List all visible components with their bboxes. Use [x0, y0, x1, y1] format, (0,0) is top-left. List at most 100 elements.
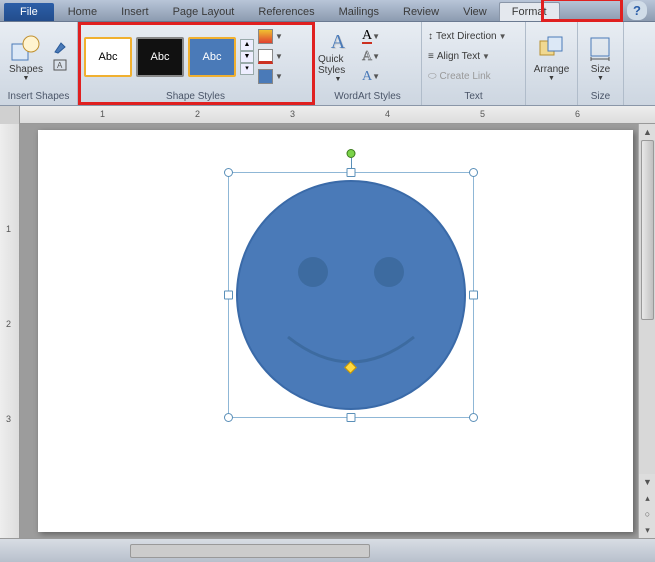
document-page[interactable]: [38, 130, 633, 532]
ruler-tick: 1: [100, 109, 105, 119]
ruler-horizontal[interactable]: 1 2 3 4 5 6: [0, 106, 655, 124]
scroll-down-icon[interactable]: ▼: [639, 474, 655, 490]
dropdown-icon: ▼: [482, 52, 490, 61]
tab-format[interactable]: Format: [499, 2, 560, 21]
tab-insert[interactable]: Insert: [109, 3, 161, 21]
group-label-arrange: [526, 91, 577, 105]
text-fill-button[interactable]: A▼: [362, 27, 380, 47]
canvas[interactable]: [20, 124, 655, 538]
tab-mailings[interactable]: Mailings: [327, 3, 391, 21]
group-label-shape-styles: Shape Styles: [78, 91, 313, 105]
shape-style-3[interactable]: Abc: [188, 37, 236, 77]
resize-handle-se[interactable]: [469, 413, 478, 422]
selection-box: [228, 172, 474, 418]
quick-styles-button[interactable]: A Quick Styles ▼: [318, 25, 358, 89]
prev-page-icon[interactable]: ▴: [639, 490, 655, 506]
dropdown-icon: ▼: [372, 72, 380, 81]
shapes-mini-row: A: [52, 40, 68, 74]
arrange-button[interactable]: Arrange ▼: [530, 25, 573, 89]
group-shape-styles: Abc Abc Abc ▲ ▼ ▾ ▼ ▼ ▼ Shape Styles: [78, 22, 314, 105]
ruler-tick: 3: [290, 109, 295, 119]
gallery-down-icon[interactable]: ▼: [240, 51, 254, 63]
ruler-vtick: 2: [6, 319, 11, 329]
next-page-icon[interactable]: ▾: [639, 522, 655, 538]
ribbon: Shapes ▼ A Insert Shapes Abc Abc Abc ▲ ▼…: [0, 22, 655, 106]
size-button[interactable]: Size ▼: [582, 25, 619, 89]
scrollbar-vertical[interactable]: ▲ ▼ ▴ ○ ▾: [638, 124, 655, 538]
size-label: Size: [591, 64, 610, 75]
dropdown-icon: ▼: [275, 32, 283, 41]
resize-handle-n[interactable]: [347, 168, 356, 177]
tab-references[interactable]: References: [246, 3, 326, 21]
scroll-thumb[interactable]: [641, 140, 654, 320]
ruler-tick: 4: [385, 109, 390, 119]
dropdown-icon: ▼: [499, 32, 507, 41]
group-arrange: Arrange ▼: [526, 22, 578, 105]
resize-handle-ne[interactable]: [469, 168, 478, 177]
group-label-wordart: WordArt Styles: [314, 91, 421, 105]
text-direction-button[interactable]: ↕Text Direction▼: [426, 27, 509, 47]
help-icon[interactable]: ?: [627, 1, 647, 20]
group-size: Size ▼ Size: [578, 22, 624, 105]
scroll-up-icon[interactable]: ▲: [639, 124, 655, 140]
align-text-icon: ≡: [428, 51, 434, 62]
tab-bar: File Home Insert Page Layout References …: [0, 0, 655, 22]
resize-handle-e[interactable]: [469, 291, 478, 300]
resize-handle-nw[interactable]: [224, 168, 233, 177]
dropdown-icon: ▼: [275, 72, 283, 81]
ruler-tick: 2: [195, 109, 200, 119]
text-box-icon[interactable]: A: [52, 58, 68, 74]
shape-fill-button[interactable]: ▼: [258, 27, 283, 47]
edit-shape-icon[interactable]: [52, 40, 68, 56]
ruler-tick: 6: [575, 109, 580, 119]
text-outline-icon: A: [362, 51, 372, 63]
text-outline-button[interactable]: A▼: [362, 47, 380, 67]
group-wordart-styles: A Quick Styles ▼ A▼ A▼ A▼ WordArt Styles: [314, 22, 422, 105]
effects-icon: [258, 69, 273, 84]
gallery-up-icon[interactable]: ▲: [240, 39, 254, 51]
resize-handle-sw[interactable]: [224, 413, 233, 422]
tab-view[interactable]: View: [451, 3, 499, 21]
tab-review[interactable]: Review: [391, 3, 451, 21]
shape-style-1[interactable]: Abc: [84, 37, 132, 77]
dropdown-icon: ▼: [372, 32, 380, 41]
shape-effects-button[interactable]: ▼: [258, 67, 283, 87]
ruler-tick: 5: [480, 109, 485, 119]
dropdown-icon: ▼: [548, 75, 555, 82]
scrollbar-horizontal[interactable]: [130, 544, 370, 558]
ruler-vtick: 1: [6, 224, 11, 234]
workspace: 1 2 3: [0, 124, 655, 538]
group-text: ↕Text Direction▼ ≡Align Text▼ ⬭Create Li…: [422, 22, 526, 105]
create-link-button[interactable]: ⬭Create Link: [426, 67, 509, 87]
rotation-handle[interactable]: [347, 149, 356, 158]
group-label-insert-shapes: Insert Shapes: [0, 91, 77, 105]
tab-home[interactable]: Home: [56, 3, 109, 21]
shape-style-2[interactable]: Abc: [136, 37, 184, 77]
text-effects-button[interactable]: A▼: [362, 67, 380, 87]
ruler-vertical[interactable]: 1 2 3: [0, 124, 20, 538]
gallery-more-icon[interactable]: ▾: [240, 63, 254, 75]
resize-handle-w[interactable]: [224, 291, 233, 300]
ruler-vtick: 3: [6, 414, 11, 424]
dropdown-icon: ▼: [275, 52, 283, 61]
arrange-label: Arrange: [534, 64, 570, 75]
outline-pen-icon: [258, 49, 273, 64]
browse-object-icon[interactable]: ○: [639, 506, 655, 522]
align-text-label: Align Text: [437, 51, 480, 62]
group-label-text: Text: [422, 91, 525, 105]
arrange-icon: [536, 32, 568, 64]
svg-text:A: A: [57, 61, 63, 70]
align-text-button[interactable]: ≡Align Text▼: [426, 47, 509, 67]
tab-file[interactable]: File: [4, 3, 54, 21]
text-effects-icon: A: [362, 71, 372, 83]
tab-page-layout[interactable]: Page Layout: [161, 3, 247, 21]
text-fill-icon: A: [362, 30, 372, 44]
resize-handle-s[interactable]: [347, 413, 356, 422]
shape-outline-button[interactable]: ▼: [258, 47, 283, 67]
text-direction-icon: ↕: [428, 31, 433, 42]
adjustment-handle[interactable]: [344, 361, 357, 374]
group-label-size: Size: [578, 91, 623, 105]
shapes-button[interactable]: Shapes ▼: [4, 25, 48, 89]
style-gallery-nav: ▲ ▼ ▾: [240, 39, 254, 75]
dropdown-icon: ▼: [597, 75, 604, 82]
